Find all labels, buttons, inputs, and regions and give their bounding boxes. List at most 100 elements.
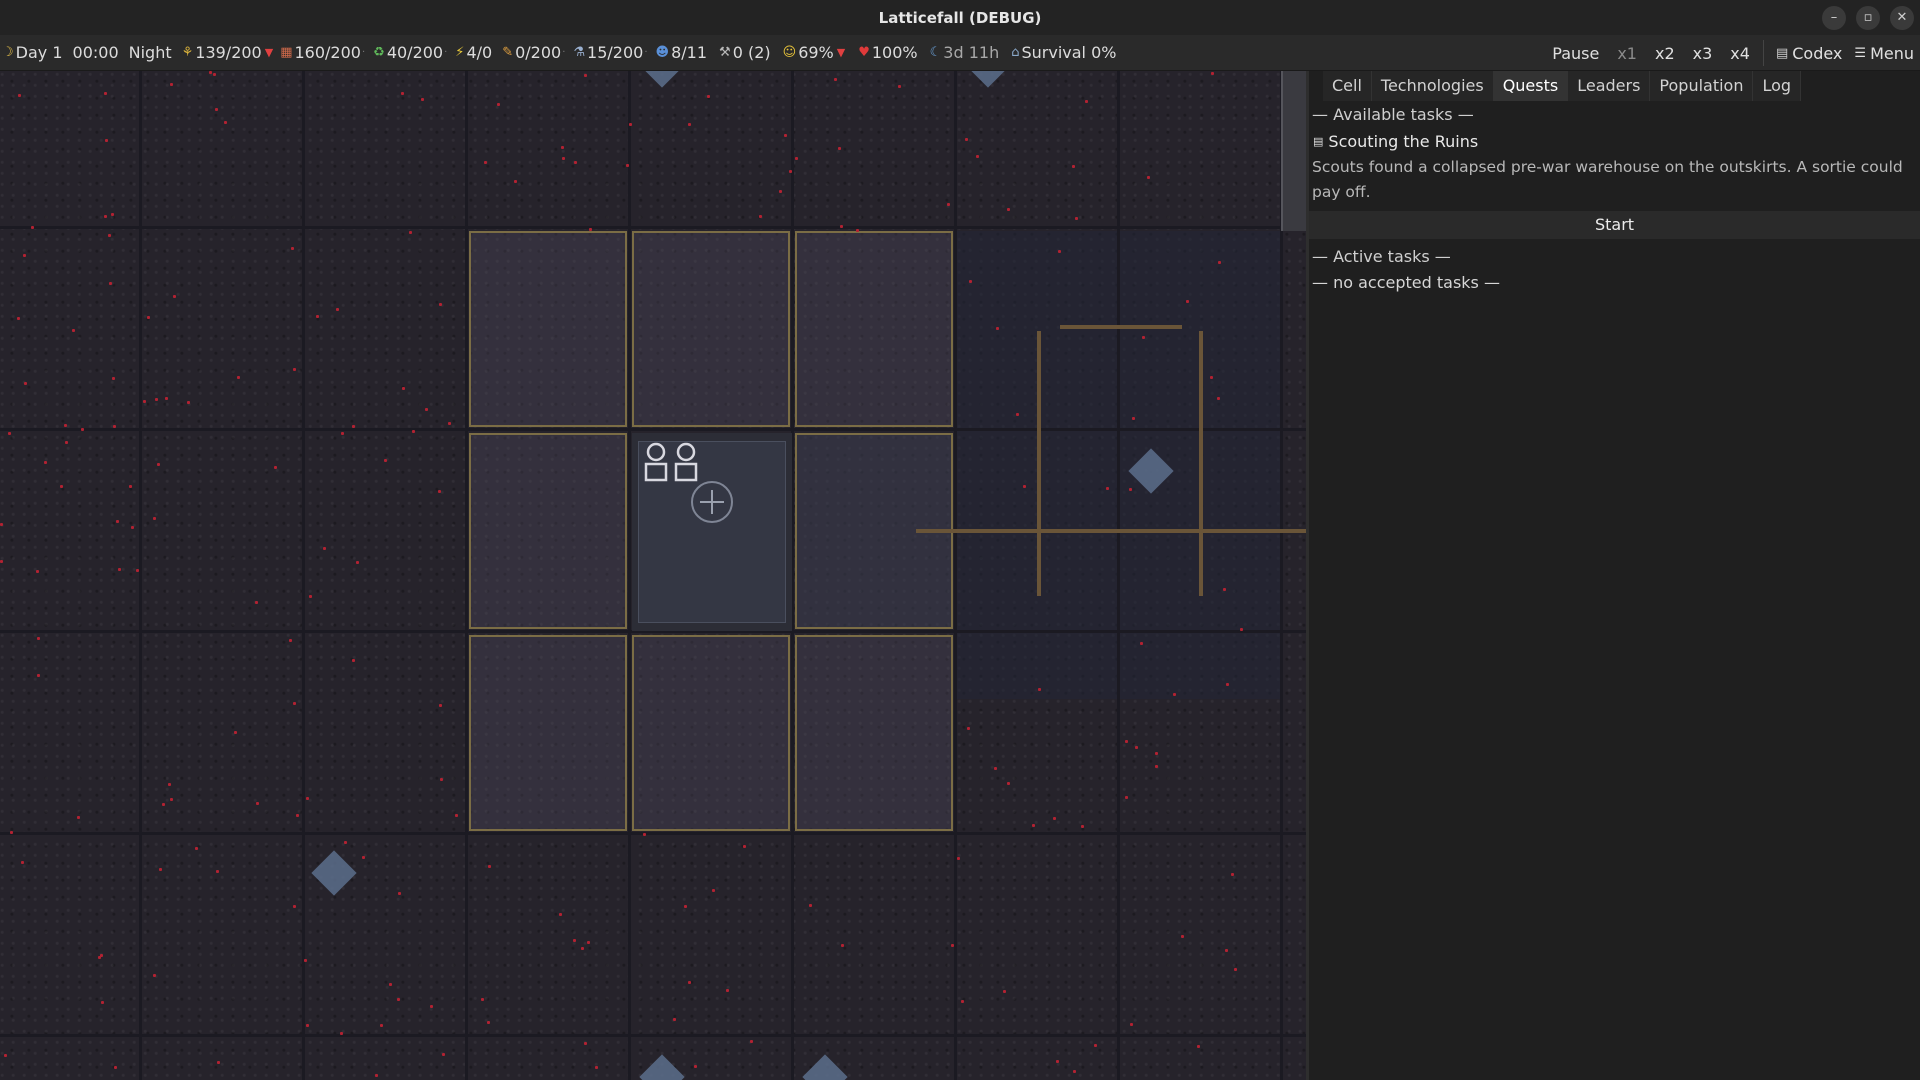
clipboard-icon: ▤	[1313, 134, 1324, 148]
tab-quests[interactable]: Quests	[1493, 71, 1569, 101]
terrain-debris-dot	[430, 1005, 433, 1008]
terrain-debris-dot	[951, 944, 954, 947]
medicine-resource[interactable]: ✎ 0/200 ·	[502, 43, 569, 62]
terrain-debris-dot	[898, 85, 901, 88]
decrease-arrow-icon: ▼	[264, 46, 274, 59]
terrain-debris-dot	[398, 892, 401, 895]
recycle-resource[interactable]: ♻ 40/200 ·	[373, 43, 451, 62]
resource-node-icon[interactable]	[965, 71, 1011, 88]
speed-x2-button[interactable]: x2	[1646, 44, 1684, 63]
terrain-debris-dot	[439, 303, 442, 306]
road	[1060, 325, 1182, 329]
terrain-debris-dot	[448, 422, 451, 425]
terrain-debris-dot	[215, 108, 218, 111]
terrain-debris-dot	[77, 816, 80, 819]
terrain-debris-dot	[37, 674, 40, 677]
terrain-debris-dot	[1132, 417, 1135, 420]
tab-technologies[interactable]: Technologies	[1371, 71, 1494, 101]
minimize-button[interactable]: –	[1822, 5, 1846, 30]
map-viewport[interactable]	[0, 71, 1306, 1080]
eta-indicator[interactable]: ☾ 3d 11h	[930, 43, 1000, 62]
pause-button[interactable]: Pause	[1543, 44, 1608, 63]
terrain-debris-dot	[967, 727, 970, 730]
speed-x1-button[interactable]: x1	[1608, 44, 1646, 63]
terrain-debris-dot	[170, 83, 173, 86]
terrain-debris-dot	[147, 316, 150, 319]
terrain-debris-dot	[481, 998, 484, 1001]
quest-title[interactable]: ▤ Scouting the Ruins	[1309, 129, 1920, 153]
build-tile[interactable]	[469, 433, 627, 629]
terrain-debris-dot	[1173, 693, 1176, 696]
moon-icon: ☽	[2, 45, 14, 60]
codex-button[interactable]: ▤ Codex	[1770, 44, 1848, 63]
heart-icon: ♥	[858, 45, 870, 60]
build-tile[interactable]	[469, 231, 627, 427]
terrain-debris-dot	[750, 1040, 753, 1043]
terrain-debris-dot	[514, 180, 517, 183]
book-icon: ▤	[1775, 45, 1789, 61]
terrain-debris-dot	[726, 989, 729, 992]
terrain-debris-dot	[98, 956, 101, 959]
speed-x4-button[interactable]: x4	[1721, 44, 1759, 63]
terrain-debris-dot	[217, 1061, 220, 1064]
headquarters-building[interactable]	[632, 433, 792, 631]
tab-leaders[interactable]: Leaders	[1568, 71, 1651, 101]
terrain-debris-dot	[155, 398, 158, 401]
resource-node-icon[interactable]	[802, 1054, 848, 1080]
map-scrollbar[interactable]	[1281, 71, 1306, 231]
food-resource[interactable]: ⚘ 139/200 ▼	[182, 43, 277, 62]
terrain-debris-dot	[255, 601, 258, 604]
road	[1037, 331, 1041, 596]
people-icon: ☻	[655, 45, 670, 60]
tab-cell[interactable]: Cell	[1323, 71, 1372, 101]
build-tile[interactable]	[632, 635, 790, 831]
terrain-debris-dot	[274, 466, 277, 469]
terrain-debris-dot	[421, 98, 424, 101]
clock: 00:00	[72, 43, 119, 62]
speed-x3-button[interactable]: x3	[1684, 44, 1722, 63]
start-quest-button[interactable]: Start	[1309, 211, 1920, 239]
materials-resource[interactable]: ▦ 160/200 ·	[280, 43, 369, 62]
tab-population[interactable]: Population	[1650, 71, 1754, 101]
terrain-debris-dot	[10, 831, 13, 834]
recycle-icon: ♻	[373, 45, 385, 60]
terrain-debris-dot	[104, 92, 107, 95]
survival-indicator[interactable]: ⌂ Survival 0%	[1011, 43, 1116, 62]
tab-log[interactable]: Log	[1753, 71, 1802, 101]
terrain-debris-dot	[256, 802, 259, 805]
terrain-debris-dot	[789, 170, 792, 173]
terrain-debris-dot	[1155, 765, 1158, 768]
build-tile[interactable]	[795, 231, 953, 427]
terrain-debris-dot	[165, 397, 168, 400]
terrain-debris-dot	[157, 463, 160, 466]
morale-resource[interactable]: ☺ 69% ▼	[783, 43, 849, 62]
build-tile[interactable]	[469, 635, 627, 831]
resource-node-icon[interactable]	[639, 71, 685, 88]
terrain-debris-dot	[840, 225, 843, 228]
maximize-button[interactable]: ▫	[1856, 5, 1880, 30]
resource-node-icon[interactable]	[639, 1054, 685, 1080]
terrain-debris-dot	[4, 1054, 7, 1057]
build-tile[interactable]	[795, 635, 953, 831]
terrain-debris-dot	[1211, 72, 1214, 75]
energy-resource[interactable]: ⚡ 4/0	[455, 43, 492, 62]
terrain-debris-dot	[1240, 628, 1243, 631]
terrain-debris-dot	[1210, 376, 1213, 379]
road	[1199, 331, 1203, 596]
tools-resource[interactable]: ⚒ 0 (2)	[719, 43, 771, 62]
terrain-debris-dot	[81, 428, 84, 431]
health-resource[interactable]: ♥ 100%	[858, 43, 917, 62]
resource-node-icon[interactable]	[311, 850, 357, 896]
terrain-debris-dot	[105, 139, 108, 142]
menu-button[interactable]: ☰ Menu	[1848, 44, 1920, 63]
terrain-debris-dot	[629, 123, 632, 126]
population-resource[interactable]: ☻ 8/11	[656, 43, 708, 62]
terrain-debris-dot	[101, 1001, 104, 1004]
build-tile[interactable]	[632, 231, 790, 427]
close-button[interactable]: ✕	[1890, 5, 1914, 30]
science-resource[interactable]: ⚗ 15/200 ·	[573, 43, 651, 62]
terrain-debris-dot	[296, 814, 299, 817]
terrain-debris-dot	[1072, 165, 1075, 168]
terrain-debris-dot	[838, 147, 841, 150]
terrain-debris-dot	[1081, 825, 1084, 828]
